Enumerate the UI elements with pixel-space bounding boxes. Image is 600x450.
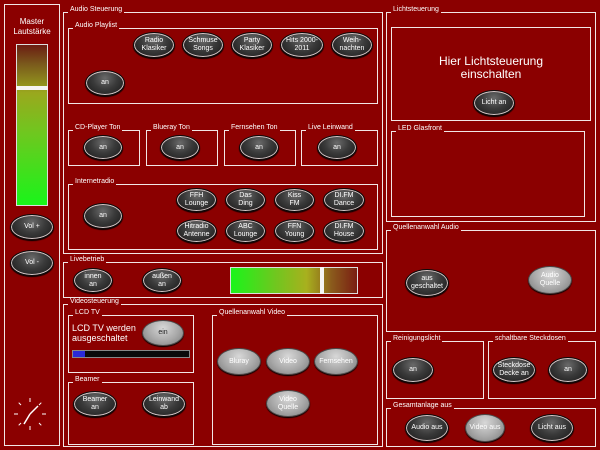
playlist-hits-button[interactable]: Hits 2000- 2011 — [280, 32, 324, 58]
station-abc-lounge-button[interactable]: ABC Lounge — [225, 219, 266, 243]
playlist-party-classics-button[interactable]: Party Klasiker — [231, 32, 273, 58]
light-on-button[interactable]: Licht an — [473, 90, 515, 116]
bluray-sound-title: Blueray Ton — [151, 124, 192, 132]
audio-playlist-title: Audio Playlist — [73, 22, 120, 30]
video-source-video-button[interactable]: Video — [266, 348, 310, 375]
playlist-cuddle-songs-button[interactable]: Schmuse Songs — [182, 32, 224, 58]
light-control-title: Lichtsteuerung — [391, 6, 441, 14]
lcd-tv-on-button[interactable]: ein — [142, 320, 184, 346]
lcd-tv-progress-bar — [72, 350, 190, 358]
audio-off-button[interactable]: Audio aus — [405, 414, 449, 442]
beamer-on-button[interactable]: Beamer an — [73, 391, 117, 417]
video-off-button[interactable]: Video aus — [465, 414, 505, 442]
clock-icon — [12, 396, 48, 432]
station-das-ding-button[interactable]: Das Ding — [225, 188, 266, 212]
switchable-sockets-title: schaltbare Steckdosen — [493, 335, 568, 343]
tv-sound-title: Fernsehen Ton — [229, 124, 280, 132]
station-ffh-lounge-button[interactable]: FFH Lounge — [176, 188, 217, 212]
live-level-meter[interactable] — [230, 267, 358, 294]
screen-down-button[interactable]: Leinwand ab — [142, 391, 186, 417]
system-off-title: Gesamtanlage aus — [391, 402, 454, 410]
station-kiss-fm-button[interactable]: Kiss FM — [274, 188, 315, 212]
live-outside-on-button[interactable]: außen an — [142, 268, 182, 293]
audio-source-select-button[interactable]: Audio Quelle — [528, 266, 572, 294]
live-screen-on-button[interactable]: an — [317, 135, 357, 160]
lcd-tv-title: LCD TV — [73, 309, 102, 317]
internet-radio-on-button[interactable]: an — [83, 203, 123, 229]
station-hitradio-antenne-button[interactable]: Hitradio Antenne — [176, 219, 217, 243]
volume-down-button[interactable]: Vol - — [10, 250, 54, 276]
video-source-group: Quellenanwahl Video — [212, 309, 378, 445]
volume-up-button[interactable]: Vol + — [10, 214, 54, 240]
light-control-message: Hier Lichtsteuerung einschalten — [438, 54, 544, 81]
video-source-select-button[interactable]: Video Quelle — [266, 390, 310, 417]
cd-player-title: CD-Player Ton — [73, 124, 123, 132]
playlist-christmas-button[interactable]: Weih- nachten — [331, 32, 373, 58]
video-source-tv-button[interactable]: Fernsehen — [314, 348, 358, 375]
cd-player-on-button[interactable]: an — [83, 135, 123, 160]
cleaning-light-title: Reinigungslicht — [391, 335, 443, 343]
bluray-sound-on-button[interactable]: an — [160, 135, 200, 160]
station-ffn-young-button[interactable]: FFN Young — [274, 219, 315, 243]
internet-radio-title: Internetradio — [73, 178, 117, 186]
master-volume-title: Master Lautstärke — [13, 17, 51, 36]
video-source-bluray-button[interactable]: Bluray — [217, 348, 261, 375]
led-glass-front-group: LED Glasfront — [391, 125, 585, 217]
live-screen-title: Live Leinwand — [306, 124, 355, 132]
station-difm-dance-button[interactable]: DI.FM Dance — [323, 188, 365, 212]
video-control-title: Videosteuerung — [68, 298, 121, 306]
volume-level-marker[interactable] — [16, 86, 48, 90]
audio-control-title: Audio Steuerung — [68, 6, 125, 14]
tv-sound-on-button[interactable]: an — [239, 135, 279, 160]
lcd-tv-progress-fill — [73, 351, 85, 357]
live-level-marker[interactable] — [320, 267, 324, 294]
lcd-tv-status-text: LCD TV werden ausgeschaltet — [72, 323, 136, 343]
station-difm-house-button[interactable]: DI.FM House — [323, 219, 365, 243]
live-operation-title: Livebetrieb — [68, 256, 107, 264]
playlist-on-button[interactable]: an — [85, 70, 125, 96]
video-source-title: Quellenanwahl Video — [217, 309, 288, 317]
beamer-title: Beamer — [73, 376, 102, 384]
audio-source-off-button[interactable]: aus geschaltet — [405, 269, 449, 297]
sockets-on-button[interactable]: an — [548, 357, 588, 383]
live-inside-on-button[interactable]: innen an — [73, 268, 113, 293]
audio-source-title: Quellenanwahl Audio — [391, 224, 461, 232]
led-glass-front-title: LED Glasfront — [396, 125, 444, 133]
cleaning-light-on-button[interactable]: an — [392, 357, 434, 383]
light-off-button[interactable]: Licht aus — [530, 414, 574, 442]
ceiling-socket-on-button[interactable]: Steckdose Decke an — [492, 357, 536, 383]
playlist-radio-classics-button[interactable]: Radio Klasiker — [133, 32, 175, 58]
master-volume-slider[interactable] — [16, 44, 48, 206]
